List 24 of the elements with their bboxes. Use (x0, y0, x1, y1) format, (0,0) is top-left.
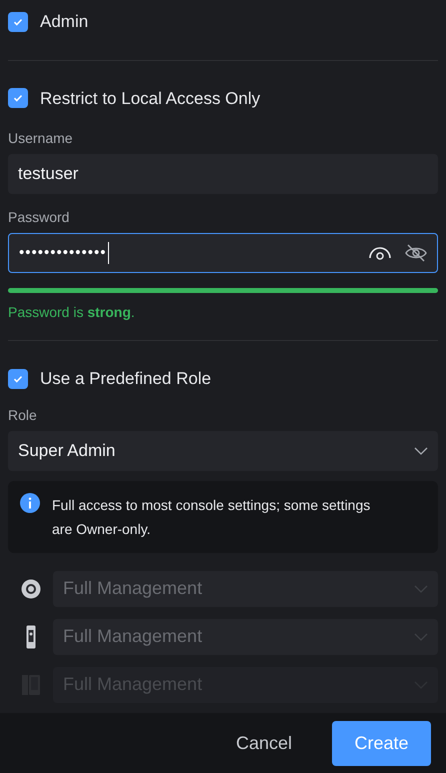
eye-off-icon[interactable] (405, 243, 427, 263)
chevron-down-icon (414, 584, 428, 592)
doorbell-icon (26, 624, 36, 648)
cancel-button[interactable]: Cancel (236, 730, 292, 756)
checkbox[interactable] (8, 12, 28, 32)
camera-icon (20, 578, 40, 598)
checkbox-label: Use a Predefined Role (40, 368, 212, 390)
checkbox[interactable] (8, 368, 28, 389)
role-dropdown[interactable]: Super Admin (8, 430, 438, 470)
info-text: Full access to most console settings; some settings are Owner-only. (52, 496, 372, 539)
eye-icon[interactable] (369, 246, 391, 260)
password-value: •••••••••••••• (19, 242, 109, 264)
username-field[interactable]: testuser (8, 154, 438, 194)
strength-message: Password is strong. (8, 303, 136, 322)
password-field[interactable]: •••••••••••••• (8, 233, 438, 273)
info-icon (20, 492, 40, 512)
checkbox[interactable] (8, 88, 28, 108)
field-label: Username (8, 129, 74, 148)
checkbox-label: Admin (40, 11, 88, 33)
chevron-down-icon (414, 632, 428, 640)
checkbox-label: Restrict to Local Access Only (40, 88, 260, 110)
field-label: Password (8, 208, 70, 227)
field-label: Role (8, 406, 38, 424)
chevron-down-icon (414, 446, 428, 454)
